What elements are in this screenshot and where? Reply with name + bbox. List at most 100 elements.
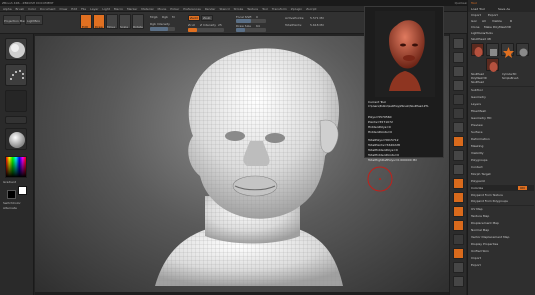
section-preview[interactable]: Preview <box>471 123 483 127</box>
section-fibermesh[interactable]: FiberMesh <box>471 109 486 113</box>
polyf-button[interactable] <box>453 248 464 259</box>
section-texture-map[interactable]: Texture Map <box>471 214 489 218</box>
rotate-view-button[interactable] <box>453 220 464 231</box>
menu-light[interactable]: Light <box>102 7 110 11</box>
menu-macro[interactable]: Macro <box>114 7 123 11</box>
transp-button[interactable] <box>453 262 464 273</box>
lightbox-tools-button[interactable]: Lightbox▸Tools <box>471 31 493 35</box>
subtool-thumb-polymesh[interactable] <box>501 43 514 58</box>
color-picker[interactable] <box>5 156 27 178</box>
floor-button[interactable] <box>453 136 464 147</box>
linefill-button[interactable] <box>453 234 464 245</box>
section-masking[interactable]: Masking <box>471 144 483 148</box>
menu-color[interactable]: Color <box>28 7 36 11</box>
import-button[interactable]: Import <box>471 13 481 17</box>
make-polymesh-button[interactable]: Make PolyMesh3D <box>484 25 511 29</box>
switch-color-label[interactable]: SwitchColor <box>3 201 21 205</box>
section-geometry[interactable]: Geometry <box>471 95 486 99</box>
aahalf-button[interactable] <box>453 108 464 119</box>
colorize-toggle[interactable]: ON <box>518 186 527 190</box>
solo-button[interactable] <box>453 276 464 287</box>
zoom-button[interactable] <box>453 80 464 91</box>
secondary-color-swatch[interactable] <box>7 190 16 199</box>
menu-zscript[interactable]: Zscript <box>306 7 316 11</box>
visible-button[interactable]: Visible <box>492 19 502 23</box>
section-polygroups[interactable]: Polygroups <box>471 158 487 162</box>
mrgb-toggle[interactable]: Mrgb <box>150 15 158 19</box>
scale-view-button[interactable] <box>453 206 464 217</box>
focal-shift-slider[interactable] <box>236 19 266 23</box>
all-button[interactable]: All <box>482 19 486 23</box>
zcut-button[interactable]: Zcut <box>188 23 195 27</box>
spix-button[interactable] <box>453 52 464 63</box>
menu-file[interactable]: File <box>81 7 86 11</box>
polypaint-from-polygroups-button[interactable]: Polypaint From Polygroups <box>471 199 508 203</box>
xyz-button[interactable] <box>453 164 464 175</box>
rgb-intensity-slider[interactable] <box>150 27 175 31</box>
menu-stencil[interactable]: Stencil <box>219 7 229 11</box>
section-contact[interactable]: Contact <box>471 165 483 169</box>
m-toggle[interactable]: M <box>172 15 175 19</box>
local-button[interactable] <box>453 150 464 161</box>
menu-stroke[interactable]: Stroke <box>234 7 244 11</box>
section-normal-map[interactable]: Normal Map <box>471 228 489 232</box>
stroke-thumbnail[interactable] <box>5 64 27 86</box>
move-view-button[interactable] <box>453 192 464 203</box>
texture-slot[interactable] <box>5 116 27 124</box>
section-displacement-map[interactable]: Displacement Map <box>471 221 499 225</box>
menu-texture[interactable]: Texture <box>247 7 258 11</box>
draw-size-slider[interactable] <box>236 28 266 32</box>
menu-tool[interactable]: Tool <box>262 7 268 11</box>
brush-thumbnail[interactable] <box>5 38 27 60</box>
export-button[interactable]: Export <box>488 13 498 17</box>
rgb-toggle[interactable]: Rgb <box>162 15 168 19</box>
menu-document[interactable]: Document <box>40 7 56 11</box>
menu-alpha[interactable]: Alpha <box>3 7 12 11</box>
section-visibility[interactable]: Visibility <box>471 151 484 155</box>
save-as-button[interactable]: Save As <box>498 7 510 11</box>
section-surface[interactable]: Surface <box>471 130 482 134</box>
section-subtool[interactable]: SubTool <box>471 88 483 92</box>
main-color-swatch[interactable] <box>18 186 27 195</box>
material-thumbnail[interactable] <box>5 128 27 150</box>
clone-button[interactable]: Clone <box>471 25 480 29</box>
section-deformation[interactable]: Deformation <box>471 137 490 141</box>
scroll-button[interactable] <box>453 66 464 77</box>
section-display-properties[interactable]: Display Properties <box>471 242 498 246</box>
menu-layer[interactable]: Layer <box>90 7 98 11</box>
frame-button[interactable] <box>453 178 464 189</box>
alpha-thumbnail[interactable] <box>5 90 27 112</box>
section-vector-displacement-map[interactable]: Vector Displacement Map <box>471 235 509 239</box>
menu-picker[interactable]: Picker <box>170 7 179 11</box>
subtool-thumb-skullhead[interactable] <box>471 43 484 57</box>
load-tool-button[interactable]: Load Tool <box>471 7 485 11</box>
menu-marker[interactable]: Marker <box>127 7 137 11</box>
menu-brush[interactable]: Brush <box>16 7 25 11</box>
menu-edit[interactable]: Edit <box>71 7 77 11</box>
section-export[interactable]: Export <box>471 263 481 267</box>
menu-transform[interactable]: Transform <box>272 7 287 11</box>
menu-draw[interactable]: Draw <box>59 7 67 11</box>
goz-button[interactable]: Goz <box>471 19 477 23</box>
palette-title[interactable]: Tool <box>471 1 477 5</box>
menu-render[interactable]: Render <box>205 7 216 11</box>
menu-zplugin[interactable]: Zplugin <box>291 7 302 11</box>
section-unified-skin[interactable]: Unified Skin <box>471 249 489 253</box>
persp-button[interactable] <box>453 122 464 133</box>
bpr-button[interactable] <box>453 38 464 49</box>
subtool-thumb-simplebrush[interactable] <box>516 43 529 57</box>
menu-movie[interactable]: Movie <box>157 7 166 11</box>
subtool-thumb-skullhead-2[interactable] <box>486 58 499 72</box>
polypaint-from-texture-button[interactable]: Polypaint From Texture <box>471 193 503 197</box>
section-layers[interactable]: Layers <box>471 102 481 106</box>
z-intensity-slider[interactable] <box>188 28 224 32</box>
section-morph-target[interactable]: Morph Target <box>471 172 491 176</box>
section-uv-map[interactable]: UV Map <box>471 207 483 211</box>
section-geometry-hd[interactable]: Geometry HD <box>471 116 491 120</box>
menu-preferences[interactable]: Preferences <box>183 7 201 11</box>
subtool-thumb-cylinder[interactable] <box>486 43 499 56</box>
menu-material[interactable]: Material <box>141 7 153 11</box>
section-polypaint[interactable]: Polypaint <box>471 179 485 183</box>
alternate-label[interactable]: Alternate <box>3 206 17 210</box>
section-import[interactable]: Import <box>471 256 481 260</box>
